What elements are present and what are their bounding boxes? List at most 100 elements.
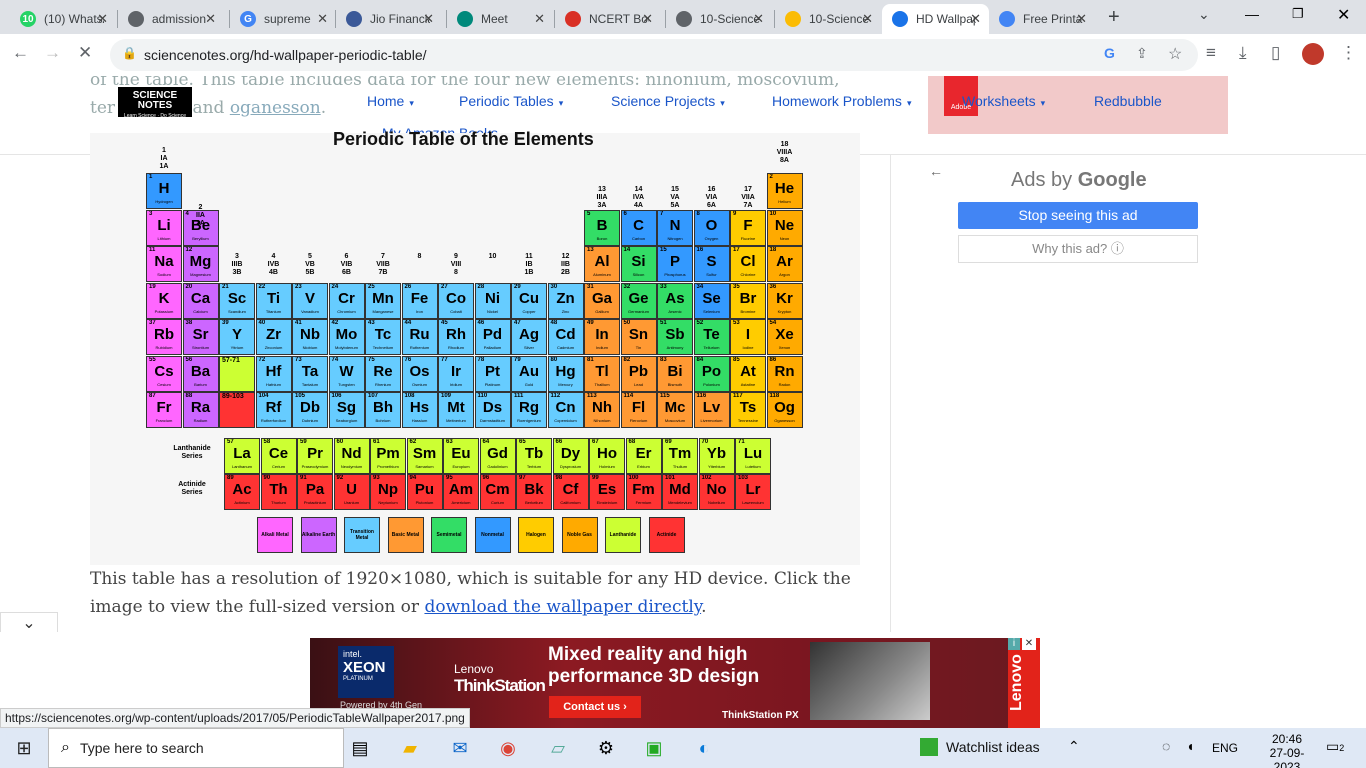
element-fm[interactable]: 100 Fm Fermium bbox=[625, 474, 662, 510]
element-fr[interactable]: 87 Fr Francium bbox=[146, 392, 182, 428]
element-la[interactable]: 57 La Lanthanum bbox=[224, 437, 260, 474]
forward-arrow-icon[interactable]: → bbox=[44, 43, 61, 63]
element-pa[interactable]: 91 Pa Protactinium bbox=[297, 474, 333, 510]
ad-back-arrow-icon[interactable]: ← bbox=[929, 163, 943, 179]
element-mc[interactable]: 115 Mc Moscovium bbox=[657, 392, 693, 428]
element-ge[interactable]: 32 Ge Germanium bbox=[620, 282, 657, 319]
element-os[interactable]: 76 Os Osmium bbox=[401, 355, 438, 392]
element-mg[interactable]: 12 Mg Magnesium bbox=[182, 246, 219, 282]
element-n[interactable]: 7 N Nitrogen bbox=[657, 209, 693, 246]
element-re[interactable]: 75 Re Rhenium bbox=[365, 355, 401, 392]
windows-start-icon[interactable]: ⊞ bbox=[12, 736, 36, 760]
element-th[interactable]: 90 Th Thorium bbox=[260, 474, 297, 510]
nav-home[interactable]: Home ▾ bbox=[367, 93, 414, 109]
element-sg[interactable]: 106 Sg Seaborgium bbox=[328, 392, 365, 428]
element-zn[interactable]: 30 Zn Zinc bbox=[547, 282, 584, 319]
element-bi[interactable]: 83 Bi Bismuth bbox=[657, 355, 693, 392]
share-icon[interactable]: ⇪ bbox=[1136, 45, 1148, 62]
element-o[interactable]: 8 O Oxygen bbox=[693, 209, 730, 246]
element-lr[interactable]: 103 Lr Lawrencium bbox=[735, 474, 771, 510]
element-pm[interactable]: 61 Pm Promethium bbox=[370, 437, 406, 474]
element-ac[interactable]: 89 Ac Actinium bbox=[224, 474, 260, 510]
element-pu[interactable]: 94 Pu Plutonium bbox=[406, 474, 443, 510]
tab-9[interactable]: Free Printable✕ bbox=[989, 4, 1095, 34]
tab-7[interactable]: 10-Science ✕ bbox=[775, 4, 881, 34]
settings-gear-icon[interactable]: ⚙ bbox=[594, 736, 618, 760]
element-ti[interactable]: 22 Ti Titanium bbox=[255, 282, 292, 319]
element-ne[interactable]: 10 Ne Neon bbox=[766, 209, 803, 246]
element-au[interactable]: 79 Au Gold bbox=[511, 355, 547, 392]
tab-4[interactable]: Meet ✕ bbox=[447, 4, 553, 34]
tab-close-icon[interactable]: ✕ bbox=[642, 11, 653, 27]
element-in[interactable]: 49 In Indium bbox=[584, 319, 620, 355]
element-sn[interactable]: 50 Sn Tin bbox=[620, 319, 657, 355]
tab-close-icon[interactable]: ✕ bbox=[862, 11, 873, 27]
contact-us-button[interactable]: Contact us › bbox=[549, 696, 641, 718]
element-s[interactable]: 16 S Sulfur bbox=[693, 246, 730, 282]
nav-redbubble[interactable]: Redbubble bbox=[1094, 93, 1162, 109]
element-at[interactable]: 85 At Astatine bbox=[730, 355, 766, 392]
element-pr[interactable]: 59 Pr Praseodymium bbox=[297, 437, 333, 474]
element-bh[interactable]: 107 Bh Bohrium bbox=[365, 392, 401, 428]
new-tab-button[interactable]: + bbox=[1108, 6, 1120, 29]
element-ts[interactable]: 117 Ts Tennessine bbox=[730, 392, 766, 428]
stop-loading-icon[interactable]: ✕ bbox=[78, 43, 92, 63]
ad-info-icon[interactable]: i bbox=[1008, 638, 1020, 650]
chrome-icon[interactable]: ◉ bbox=[496, 736, 520, 760]
element-np[interactable]: 93 Np Neptunium bbox=[370, 474, 406, 510]
element-rg[interactable]: 111 Rg Roentgenium bbox=[511, 392, 547, 428]
pycharm-icon[interactable]: ▣ bbox=[642, 736, 666, 760]
element-ca[interactable]: 20 Ca Calcium bbox=[182, 282, 219, 319]
element-mn[interactable]: 25 Mn Manganese bbox=[365, 282, 401, 319]
element-nh[interactable]: 113 Nh Nihonium bbox=[584, 392, 620, 428]
tab-close-icon[interactable]: ✕ bbox=[1076, 11, 1087, 27]
element-c[interactable]: 6 C Carbon bbox=[620, 209, 657, 246]
tab-close-icon[interactable]: ✕ bbox=[317, 11, 328, 27]
element-sb[interactable]: 51 Sb Antimony bbox=[657, 319, 693, 355]
element-pb[interactable]: 82 Pb Lead bbox=[620, 355, 657, 392]
address-bar[interactable]: 🔒 sciencenotes.org/hd-wallpaper-periodic… bbox=[110, 39, 1198, 71]
lock-icon[interactable]: 🔒 bbox=[122, 46, 137, 60]
restore-button[interactable]: ❐ bbox=[1292, 6, 1304, 22]
speaker-icon[interactable]: ◖ bbox=[1186, 738, 1194, 754]
bookmark-star-icon[interactable]: ☆ bbox=[1168, 44, 1182, 64]
mail-icon[interactable]: ✉ bbox=[448, 736, 472, 760]
element-f[interactable]: 9 F Fluorine bbox=[730, 209, 766, 246]
element-na[interactable]: 11 Na Sodium bbox=[146, 246, 182, 282]
element-po[interactable]: 84 Po Polonium bbox=[693, 355, 730, 392]
element-ga[interactable]: 31 Ga Gallium bbox=[584, 282, 620, 319]
element-es[interactable]: 99 Es Einsteinium bbox=[589, 474, 625, 510]
edge-icon[interactable]: ◐ bbox=[692, 736, 716, 760]
show-hidden-icons-icon[interactable]: ⌃ bbox=[1068, 738, 1080, 755]
element-cs[interactable]: 55 Cs Cesium bbox=[146, 355, 182, 392]
element-kr[interactable]: 36 Kr Krypton bbox=[766, 282, 803, 319]
nav-periodic-tables[interactable]: Periodic Tables ▾ bbox=[459, 93, 563, 109]
element-i[interactable]: 53 I Iodine bbox=[730, 319, 766, 355]
element-bk[interactable]: 97 Bk Berkelium bbox=[516, 474, 552, 510]
element-he[interactable]: 2 He Helium bbox=[766, 173, 803, 209]
tab-8[interactable]: HD Wallpaper✕ bbox=[882, 4, 989, 34]
taskbar-search-box[interactable]: ⌕ Type here to search bbox=[48, 728, 344, 768]
minimize-button[interactable]: — bbox=[1245, 6, 1259, 22]
element-y[interactable]: 39 Y Yttrium bbox=[219, 319, 255, 355]
tab-close-icon[interactable]: ✕ bbox=[970, 11, 981, 27]
element-zr[interactable]: 40 Zr Zirconium bbox=[255, 319, 292, 355]
clock[interactable]: 20:46 27-09-2023 bbox=[1258, 732, 1316, 768]
tab-close-icon[interactable]: ✕ bbox=[97, 11, 108, 27]
element-ho[interactable]: 67 Ho Holmium bbox=[589, 437, 625, 474]
element-mt[interactable]: 109 Mt Meitnerium bbox=[438, 392, 474, 428]
language-indicator[interactable]: ENG bbox=[1212, 741, 1238, 755]
download-icon[interactable]: ⤓ bbox=[1239, 43, 1247, 63]
element-lu[interactable]: 71 Lu Lutetium bbox=[735, 437, 771, 474]
element-rh[interactable]: 45 Rh Rhodium bbox=[438, 319, 474, 355]
task-view-icon[interactable]: ▤ bbox=[348, 736, 372, 760]
tab-close-icon[interactable]: ✕ bbox=[534, 11, 545, 27]
element-ba[interactable]: 56 Ba Barium bbox=[182, 355, 219, 392]
tab-1[interactable]: admission ✕ bbox=[118, 4, 224, 34]
profile-avatar[interactable] bbox=[1302, 43, 1324, 65]
nav-science-projects[interactable]: Science Projects ▾ bbox=[611, 93, 725, 109]
element-ta[interactable]: 73 Ta Tantalum bbox=[292, 355, 328, 392]
element-sm[interactable]: 62 Sm Samarium bbox=[406, 437, 443, 474]
watchlist-widget[interactable]: Watchlist ideas bbox=[920, 738, 1040, 756]
element-nb[interactable]: 41 Nb Niobium bbox=[292, 319, 328, 355]
